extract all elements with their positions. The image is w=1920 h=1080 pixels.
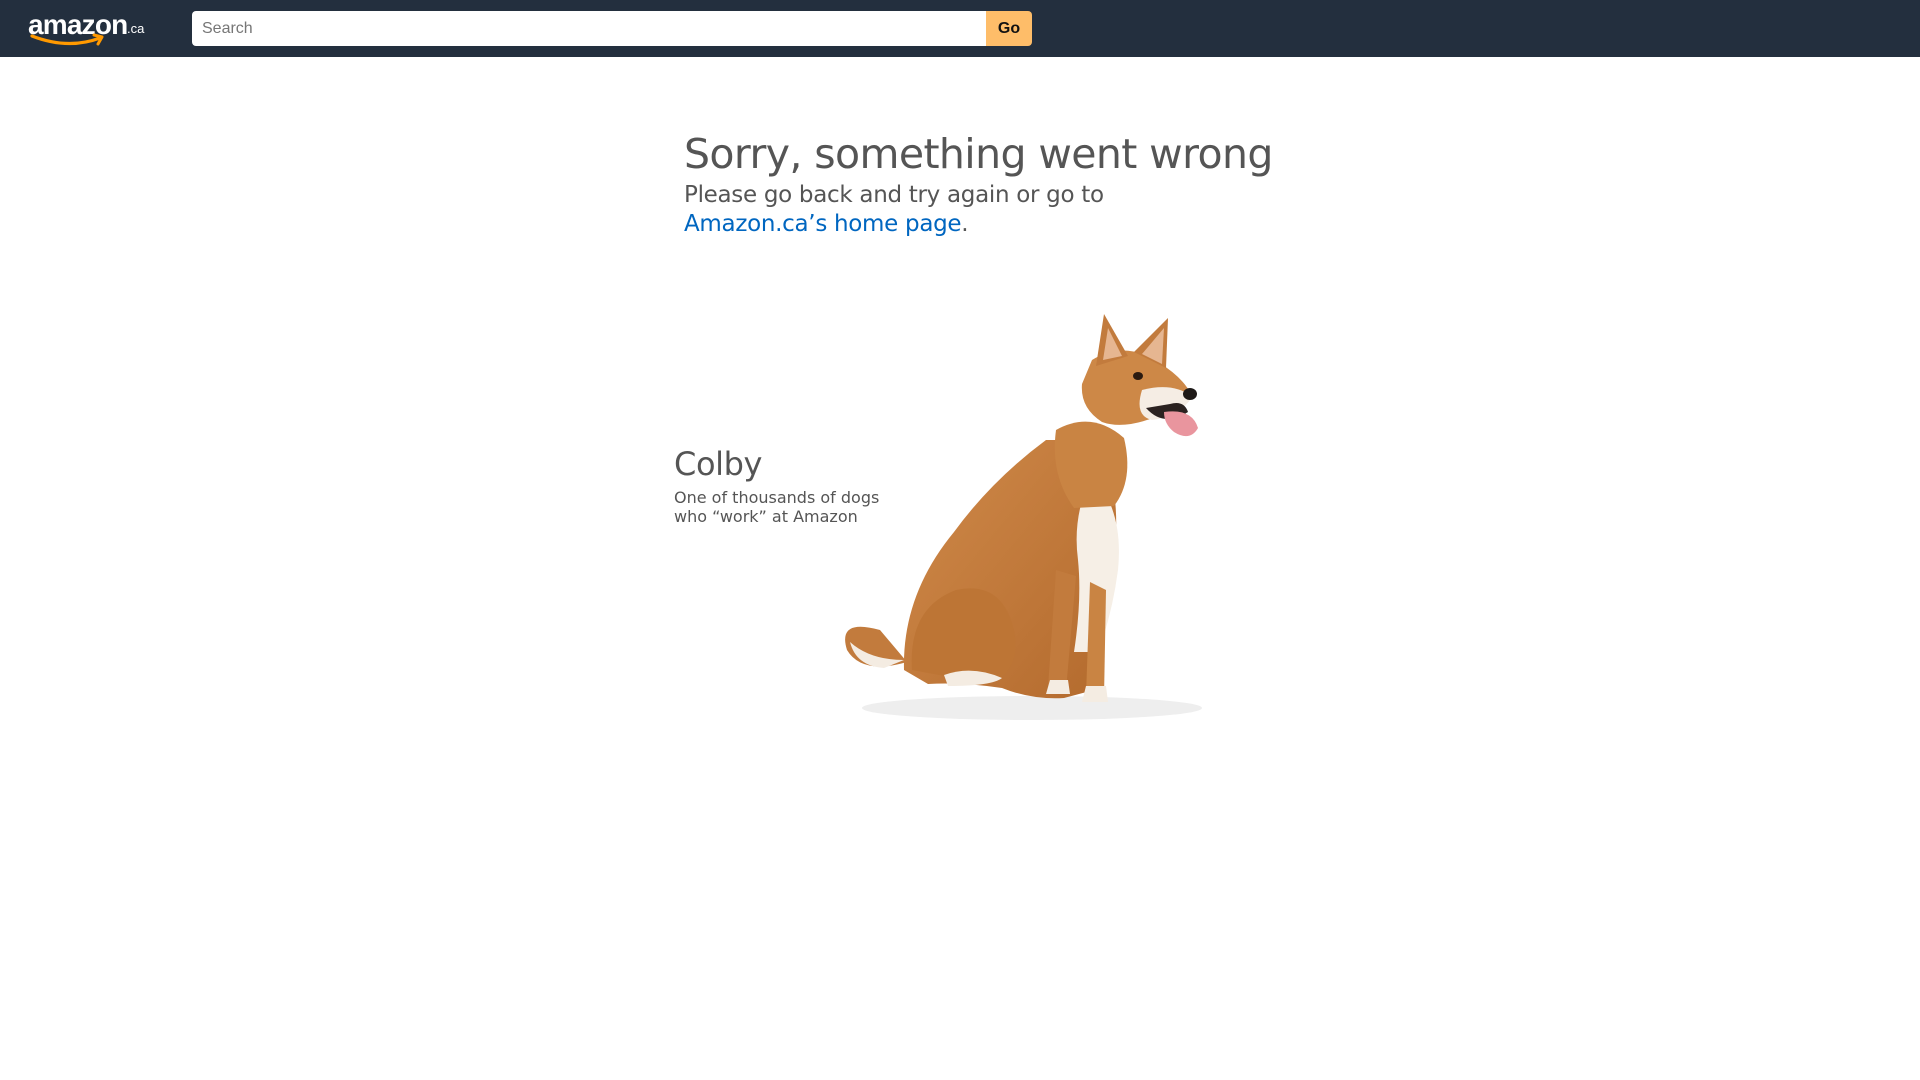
error-message-text: Please go back and try again or go to [684, 182, 1104, 208]
error-title: Sorry, something went wrong [684, 130, 1273, 178]
dog-name: Colby [674, 445, 763, 483]
dog-illustration: Colby One of thousands of dogs who “work… [672, 270, 1252, 740]
error-message: Please go back and try again or go to Am… [684, 181, 1184, 239]
error-content: Sorry, something went wrong Please go ba… [672, 120, 1273, 740]
error-message-period: . [961, 211, 969, 237]
dog-caption: One of thousands of dogs who “work” at A… [674, 488, 914, 526]
go-button[interactable]: Go [986, 11, 1032, 46]
search-form: Go [192, 11, 1032, 46]
smile-arrow-icon [30, 33, 104, 46]
home-page-link[interactable]: Amazon.ca’s home page [684, 211, 962, 237]
dog-caption-line2: who “work” at Amazon [674, 507, 858, 526]
search-input[interactable] [192, 11, 986, 46]
logo-tld: .ca [127, 21, 145, 36]
top-nav-bar: amazon .ca Go [0, 0, 1920, 57]
dog-caption-line1: One of thousands of dogs [674, 488, 880, 507]
amazon-logo[interactable]: amazon .ca [28, 10, 148, 48]
